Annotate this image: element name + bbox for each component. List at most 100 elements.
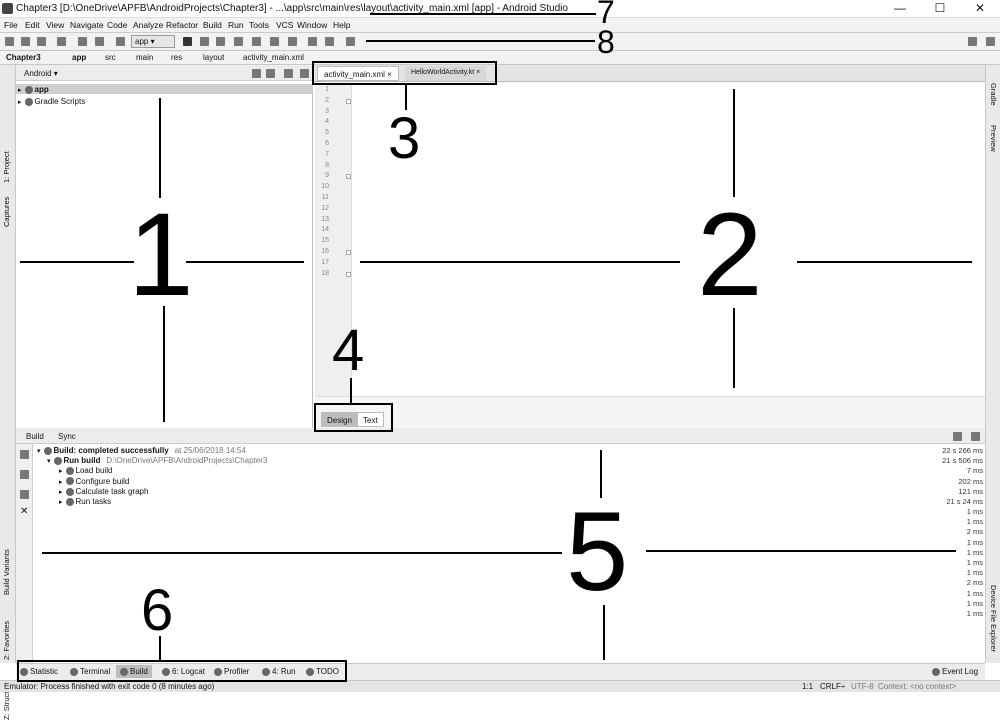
expand-arrow-icon[interactable]: ▸ <box>59 498 63 506</box>
close-button[interactable]: ✕ <box>970 1 990 15</box>
device-manager-icon[interactable] <box>346 37 355 46</box>
build-row-time: 1 ms <box>966 507 983 516</box>
menu-build[interactable]: Build <box>203 20 222 30</box>
maximize-button[interactable]: ☐ <box>930 1 950 15</box>
profile-icon[interactable] <box>252 37 261 46</box>
attach-debugger-icon[interactable] <box>234 37 243 46</box>
hammer-icon[interactable] <box>20 450 29 459</box>
tool-project[interactable]: 1: Project <box>2 151 11 183</box>
menu-refactor[interactable]: Refactor <box>166 20 198 30</box>
forward-icon[interactable] <box>95 37 104 46</box>
expand-arrow-icon[interactable]: ▸ <box>59 478 63 486</box>
left-tool-strip: 1: Project Captures Build Variants 2: Fa… <box>0 65 16 720</box>
menu-code[interactable]: Code <box>107 20 127 30</box>
menu-edit[interactable]: Edit <box>25 20 40 30</box>
gear-icon[interactable] <box>953 432 962 441</box>
fold-marker-icon[interactable] <box>346 174 351 179</box>
build-tree-row[interactable]: ▸ Run tasks <box>59 497 117 506</box>
expand-arrow-icon[interactable]: ▾ <box>47 457 51 465</box>
build-tree-row[interactable]: ▸ Configure build <box>59 477 135 486</box>
build-row-time: 1 ms <box>966 609 983 618</box>
line-number: 9 <box>325 172 329 180</box>
line-separator[interactable]: CRLF÷ <box>820 682 845 691</box>
annotation-line <box>646 550 956 552</box>
filter-icon[interactable] <box>20 470 29 479</box>
expand-arrow-icon[interactable]: ▾ <box>37 447 41 455</box>
context-indicator[interactable]: Context: <no context> <box>878 682 956 691</box>
tool-preview[interactable]: Preview <box>989 125 998 152</box>
line-number: 6 <box>325 140 329 147</box>
pin-icon[interactable] <box>20 490 29 499</box>
sdk-manager-icon[interactable] <box>308 37 317 46</box>
event-log-icon <box>932 667 940 676</box>
menu-navigate[interactable]: Navigate <box>70 20 104 30</box>
tab-sync[interactable]: Sync <box>58 432 76 441</box>
menu-analyze[interactable]: Analyze <box>133 20 163 30</box>
hide-icon[interactable] <box>300 69 309 78</box>
minimize-panel-icon[interactable] <box>971 432 980 441</box>
avd-manager-icon[interactable] <box>325 37 334 46</box>
fold-marker-icon[interactable] <box>346 272 351 277</box>
run-config-select[interactable]: app ▾ <box>131 35 175 48</box>
menu-file[interactable]: File <box>4 20 18 30</box>
build-tree-row[interactable]: ▾ Build: completed successfully at 25/06/2… <box>37 446 246 455</box>
open-folder-icon[interactable] <box>5 37 14 46</box>
event-log-button[interactable]: Event Log <box>932 667 978 676</box>
tool-gradle[interactable]: Gradle <box>989 83 998 106</box>
build-tree-row[interactable]: ▾ Run build D:\OneDrive\APFB\AndroidProjec… <box>47 456 267 465</box>
breadcrumb-item-file[interactable]: activity_main.xml <box>243 53 304 62</box>
back-icon[interactable] <box>78 37 87 46</box>
run-icon[interactable] <box>183 37 192 46</box>
hammer-icon[interactable] <box>116 37 125 46</box>
menu-help[interactable]: Help <box>333 20 350 30</box>
sync-icon[interactable] <box>37 37 46 46</box>
coverage-icon[interactable] <box>270 37 279 46</box>
fold-marker-icon[interactable] <box>346 250 351 255</box>
annotation-line <box>370 13 596 15</box>
tab-build[interactable]: Build <box>26 432 44 441</box>
breadcrumb-item-layout[interactable]: layout <box>203 53 224 62</box>
build-row-time: 1 ms <box>966 517 983 527</box>
menu-window[interactable]: Window <box>297 20 327 30</box>
layout-icon[interactable] <box>986 37 995 46</box>
breadcrumb-item-src[interactable]: src <box>105 53 116 62</box>
tool-captures[interactable]: Captures <box>2 197 11 227</box>
tool-favorites[interactable]: 2: Favorites <box>2 621 11 660</box>
expand-arrow-icon[interactable]: ▸ <box>59 467 63 475</box>
tool-device-file-explorer[interactable]: Device File Explorer <box>989 585 998 652</box>
build-panel-header: Build Sync <box>16 428 985 444</box>
close-icon[interactable]: ✕ <box>20 506 28 517</box>
line-number: 10 <box>321 183 329 191</box>
breadcrumb-item-project[interactable]: Chapter3 <box>6 53 41 62</box>
save-icon[interactable] <box>21 37 30 46</box>
folder-icon <box>24 85 33 94</box>
tool-build-variants[interactable]: Build Variants <box>2 549 11 595</box>
menu-view[interactable]: View <box>46 20 64 30</box>
file-encoding[interactable]: UTF-8 <box>851 682 874 691</box>
undo-icon[interactable] <box>57 37 66 46</box>
tree-item-app[interactable]: ▸ app <box>18 85 49 94</box>
tree-item-gradle-scripts[interactable]: ▸ Gradle Scripts <box>18 97 85 106</box>
stop-icon[interactable] <box>288 37 297 46</box>
apply-changes-icon[interactable] <box>200 37 209 46</box>
minimize-button[interactable]: — <box>890 1 910 15</box>
gear-icon[interactable] <box>284 69 293 78</box>
search-icon[interactable] <box>968 37 977 46</box>
right-tool-strip: Gradle Preview Device File Explorer <box>985 65 1000 663</box>
debug-icon[interactable] <box>216 37 225 46</box>
scroll-from-source-icon[interactable] <box>252 69 261 78</box>
menu-tools[interactable]: Tools <box>249 20 269 30</box>
build-tree-row[interactable]: ▸ Load build <box>59 466 118 475</box>
menu-run[interactable]: Run <box>228 20 244 30</box>
expand-arrow-icon[interactable]: ▸ <box>59 488 63 496</box>
caret-position[interactable]: 1:1 <box>802 682 813 691</box>
project-view-select[interactable]: Android ▾ <box>24 69 58 78</box>
breadcrumb-item-app[interactable]: app <box>72 53 86 62</box>
menu-vcs[interactable]: VCS <box>276 20 293 30</box>
collapse-all-icon[interactable] <box>266 69 275 78</box>
breadcrumb-item-res[interactable]: res <box>171 53 182 62</box>
build-row-label: Build: completed successfully <box>53 446 169 455</box>
build-tree-row[interactable]: ▸ Calculate task graph <box>59 487 154 496</box>
fold-marker-icon[interactable] <box>346 99 351 104</box>
breadcrumb-item-main[interactable]: main <box>136 53 153 62</box>
